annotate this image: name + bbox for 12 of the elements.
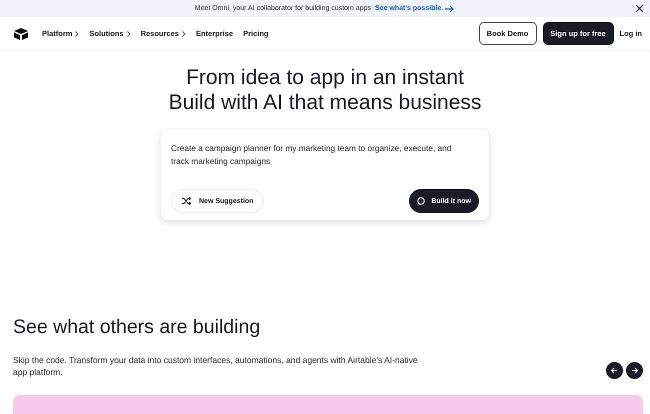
section-description: Skip the code. Transform your data into custom interfaces, automations, and agents with Airtable's AI-native app platform. — [13, 355, 419, 378]
arrow-icon — [445, 4, 456, 12]
section-heading: See what others are building — [13, 315, 262, 339]
logo-icon[interactable] — [14, 28, 28, 40]
shuffle-icon — [182, 197, 191, 205]
chevron-icon — [126, 30, 131, 36]
chevron-icon — [182, 30, 186, 36]
circle-icon — [417, 197, 426, 205]
prompt-input[interactable]: Create a campaign planner for my marketing team to organize, execute, and track marketing campaigns — [171, 142, 479, 168]
chevron-icon — [75, 30, 80, 36]
close-icon[interactable] — [636, 5, 643, 12]
hero-title: From idea to app in an instant Build with AI that means business — [168, 65, 482, 115]
